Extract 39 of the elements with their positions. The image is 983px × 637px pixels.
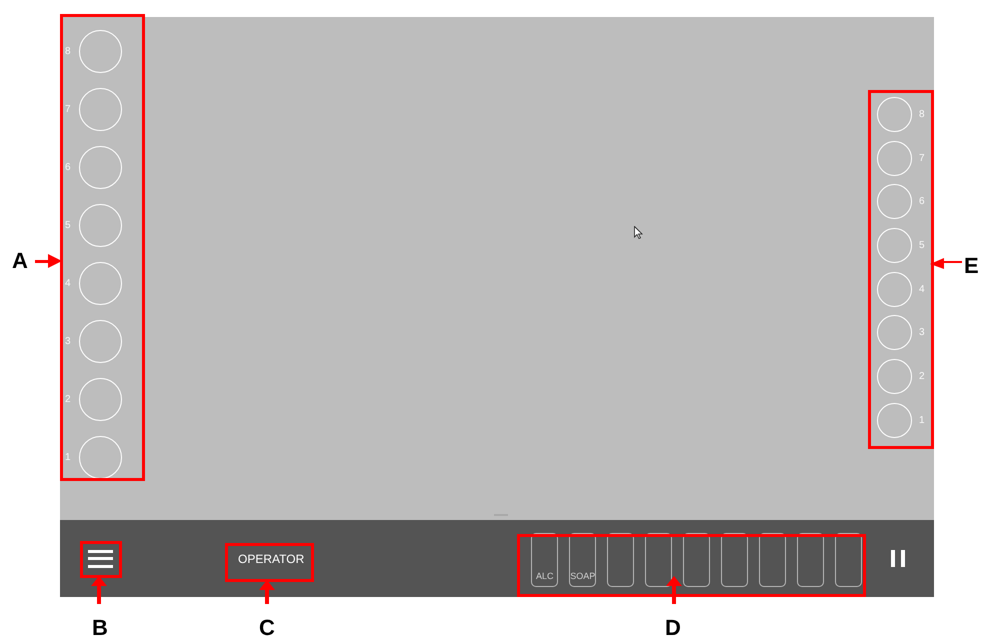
slot-number: 7 [65,103,72,117]
slot-number: 6 [65,161,72,175]
slot-number: 1 [65,451,72,465]
container-slot[interactable]: ALC [531,532,558,586]
callout-letter: B [92,617,108,637]
slot-number: 4 [919,282,926,297]
slot-number: 5 [65,219,72,233]
empty-container-slot[interactable] [607,532,634,586]
menu-icon[interactable] [88,548,113,568]
slot-number: 6 [919,195,926,210]
slot-number: 3 [65,335,72,349]
slot-number: 5 [919,239,926,254]
empty-container-slot[interactable] [759,532,786,586]
slot-number: 8 [919,108,926,122]
slot-number: 2 [919,370,926,384]
slot-number: 2 [65,393,72,407]
arrow-icon [930,258,962,269]
highlight-frame [80,541,122,578]
slot-number: 3 [919,326,926,340]
container-slot[interactable]: SOAP [569,532,596,586]
slot-number: 1 [919,414,926,428]
callout-letter: A [12,250,28,272]
pause-icon[interactable] [891,550,906,567]
arrow-icon [35,254,62,268]
mode-label: OPERATOR [238,550,304,568]
empty-container-slot[interactable] [721,532,748,586]
empty-container-slot[interactable] [835,532,862,586]
callout-letter: E [964,255,979,277]
callout-letter: D [665,617,681,637]
arrow-icon [666,576,682,604]
arrow-icon [91,576,107,604]
empty-container-slot[interactable] [797,532,824,586]
empty-container-slot[interactable] [683,532,710,586]
arrow-icon [259,580,275,604]
slot-number: 7 [919,152,926,166]
cursor-icon [634,226,643,239]
callout-letter: C [259,617,275,637]
slot-number: 8 [65,45,72,59]
slot-number: 4 [65,277,72,291]
